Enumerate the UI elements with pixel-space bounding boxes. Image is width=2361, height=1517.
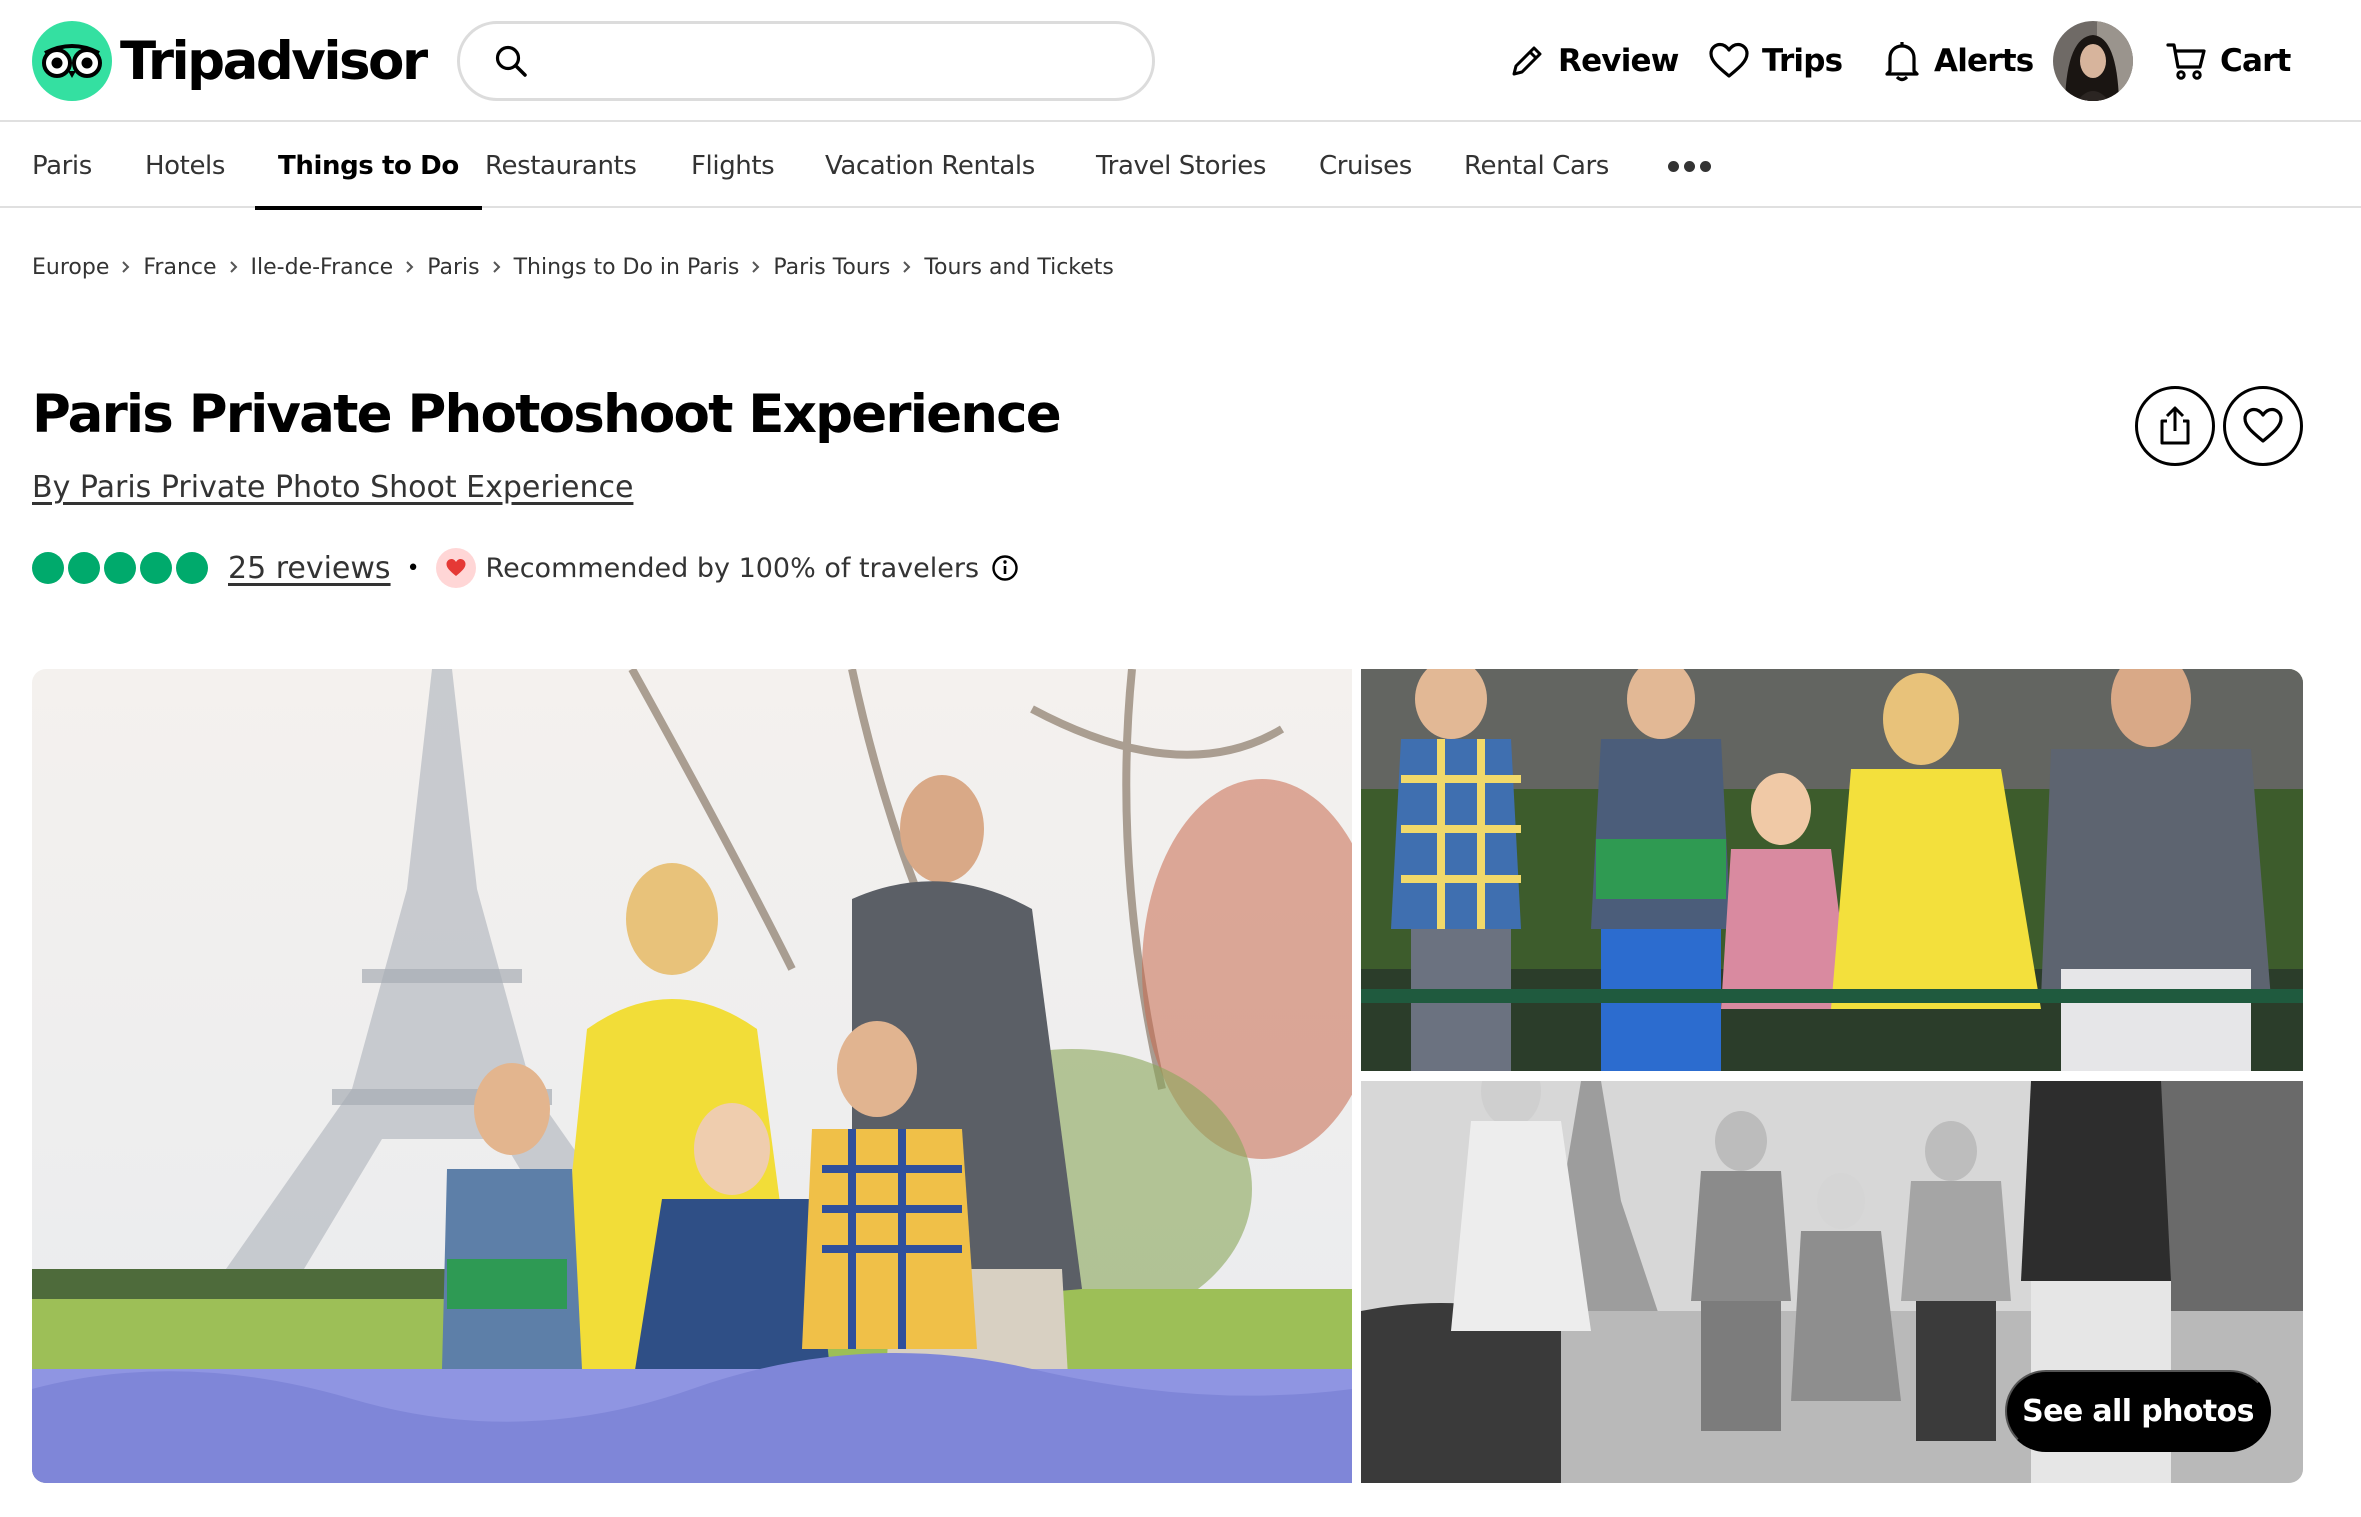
search-input[interactable] — [542, 31, 1152, 91]
chevron-right-icon — [751, 260, 761, 274]
breadcrumb-item[interactable]: Europe — [32, 255, 109, 280]
rating-bubble — [140, 552, 172, 584]
top-header: Tripadvisor Review Trips Alerts Cart — [0, 0, 2361, 122]
page-title: Paris Private Photoshoot Experience — [32, 384, 1062, 445]
tab-hotels[interactable]: Hotels — [145, 124, 225, 208]
save-to-trip-button[interactable] — [2223, 386, 2303, 466]
rating-bubble — [104, 552, 136, 584]
chevron-right-icon — [121, 260, 131, 274]
breadcrumb: Europe France Ile-de-France Paris Things… — [32, 252, 1114, 282]
more-dots-icon — [1668, 160, 1711, 172]
chevron-right-icon — [492, 260, 502, 274]
breadcrumb-item[interactable]: Paris — [427, 255, 479, 280]
heart-icon — [1709, 42, 1749, 78]
alerts-link[interactable]: Alerts — [1882, 21, 2034, 101]
tab-restaurants[interactable]: Restaurants — [485, 124, 637, 208]
review-link[interactable]: Review — [1508, 21, 1679, 101]
cart-icon — [2166, 43, 2206, 80]
breadcrumb-item[interactable]: Paris Tours — [773, 255, 890, 280]
operator-link[interactable]: By Paris Private Photo Shoot Experience — [32, 470, 633, 505]
rating-row: 25 reviews • Recommended by 100% of trav… — [32, 546, 1019, 590]
heart-icon — [2243, 407, 2283, 443]
tab-paris[interactable]: Paris — [32, 124, 92, 208]
rating-bubble — [68, 552, 100, 584]
main-photo[interactable] — [32, 669, 1352, 1483]
brand-name: Tripadvisor — [120, 30, 428, 92]
breadcrumb-item[interactable]: Things to Do in Paris — [514, 255, 740, 280]
bell-icon — [1885, 42, 1919, 82]
breadcrumb-item[interactable]: Ile-de-France — [251, 255, 394, 280]
recommended-text: Recommended by 100% of travelers — [485, 552, 980, 584]
alerts-label: Alerts — [1934, 43, 2034, 79]
share-icon — [2160, 406, 2190, 445]
top-right-photo[interactable] — [1361, 669, 2303, 1071]
pencil-icon — [1512, 46, 1542, 76]
review-label: Review — [1558, 43, 1679, 79]
chevron-right-icon — [229, 260, 239, 274]
chevron-right-icon — [405, 260, 415, 274]
user-avatar[interactable] — [2053, 21, 2133, 101]
recommended-heart-icon — [435, 548, 476, 588]
bullet-separator: • — [406, 555, 420, 581]
rating-bubbles — [32, 552, 208, 584]
category-tabs: Paris Hotels Things to Do Restaurants Fl… — [0, 124, 2361, 210]
tab-cruises[interactable]: Cruises — [1319, 124, 1412, 208]
tripadvisor-logo[interactable]: Tripadvisor — [32, 21, 428, 101]
rating-bubble — [32, 552, 64, 584]
share-button[interactable] — [2135, 386, 2215, 466]
rating-bubble — [176, 552, 208, 584]
tab-travel-stories[interactable]: Travel Stories — [1096, 124, 1266, 208]
more-tabs-button[interactable] — [1668, 124, 1711, 208]
search-bar[interactable] — [457, 21, 1155, 101]
see-all-photos-button[interactable]: See all photos — [2005, 1370, 2271, 1452]
reviews-link[interactable]: 25 reviews — [228, 551, 391, 586]
breadcrumb-item[interactable]: Tours and Tickets — [924, 255, 1114, 280]
chevron-right-icon — [902, 260, 912, 274]
cart-label: Cart — [2220, 43, 2291, 79]
trips-link[interactable]: Trips — [1708, 21, 1843, 101]
trips-label: Trips — [1762, 43, 1843, 79]
cart-link[interactable]: Cart — [2166, 21, 2291, 101]
search-icon — [495, 45, 527, 77]
info-icon[interactable] — [991, 554, 1019, 582]
tab-flights[interactable]: Flights — [691, 124, 775, 208]
tab-vacation-rentals[interactable]: Vacation Rentals — [825, 124, 1035, 208]
tab-things-to-do[interactable]: Things to Do — [255, 124, 482, 210]
owl-eyes-icon — [32, 21, 112, 101]
tab-rental-cars[interactable]: Rental Cars — [1464, 124, 1609, 208]
breadcrumb-item[interactable]: France — [143, 255, 216, 280]
